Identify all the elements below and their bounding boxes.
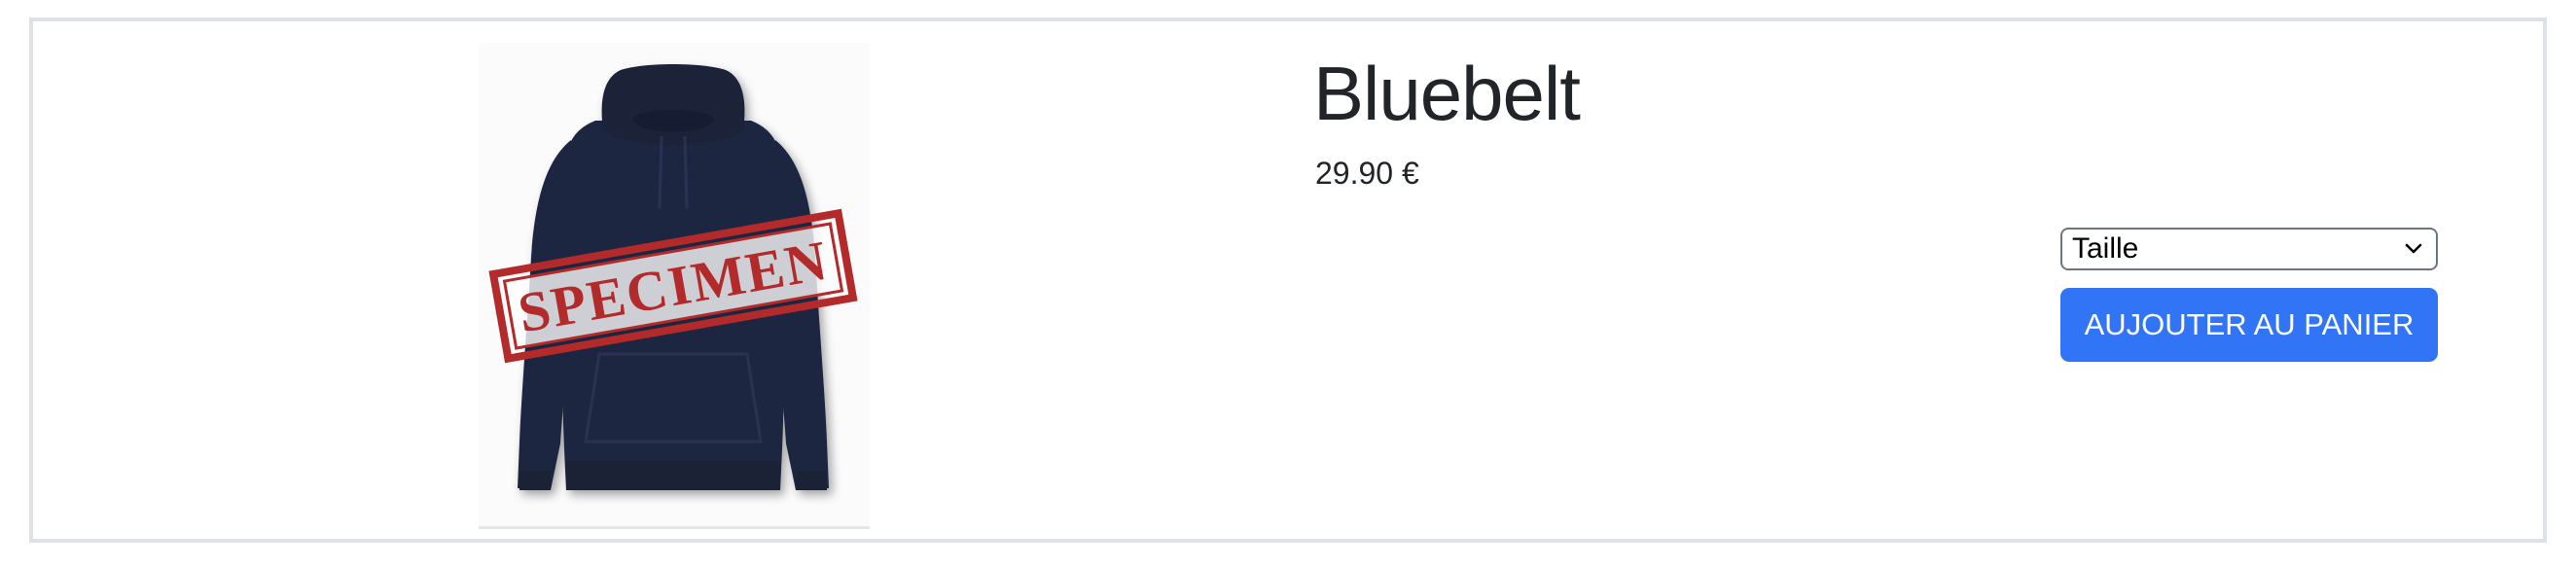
product-title: Bluebelt <box>1313 51 1581 136</box>
hoodie-image: SPECIMEN <box>488 64 858 490</box>
image-divider <box>479 526 870 529</box>
product-card: SPECIMEN Bluebelt 29.90 € Taille AUJOUTE… <box>29 18 2547 543</box>
size-select-value: Taille <box>2072 232 2139 265</box>
add-to-cart-button[interactable]: AUJOUTER AU PANIER <box>2060 288 2438 362</box>
product-image: SPECIMEN <box>479 43 870 529</box>
chevron-down-icon <box>2405 243 2422 254</box>
size-select[interactable]: Taille <box>2060 228 2438 270</box>
product-price: 29.90 € <box>1315 156 1419 191</box>
